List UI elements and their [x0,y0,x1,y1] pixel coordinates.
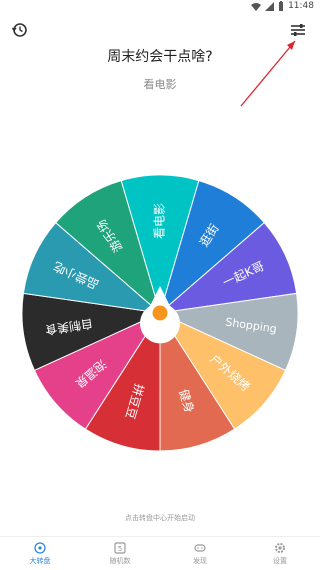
center-dot [152,305,168,321]
dice-icon: 5 [114,541,126,554]
nav-label-random: 随机数 [109,556,131,565]
nav-label-settings: 设置 [273,556,287,565]
battery-icon [278,1,284,14]
nav-random-number[interactable]: 5 随机数 [80,537,160,570]
status-time: 11:48 [288,1,314,11]
result-text: 看电影 [143,78,177,91]
nav-wheel[interactable]: 大转盘 [0,537,80,570]
history-button[interactable] [10,20,30,40]
svg-text:5: 5 [118,545,122,553]
bottom-navigation: 大转盘 5 随机数 发现 设置 [0,536,320,570]
spin-wheel[interactable]: 看电影 逛街一起K哥Shopping户外烧烤健身拼豆豆泡温泉自制美食品尝小吃游乐场 [0,160,320,480]
wheel-segment-label: 看电影 [153,203,167,239]
nav-label-wheel: 大转盘 [29,556,51,565]
gamepad-icon [194,543,206,552]
status-icons [251,1,284,14]
history-icon [11,23,27,37]
question-title: 周末约会干点啥? [107,49,213,65]
signal-icon [265,1,274,14]
status-bar: 11:48 [0,0,320,14]
gear-icon [275,542,285,553]
wheel-icon [34,541,46,554]
nav-discover[interactable]: 发现 [160,537,240,570]
wifi-icon [251,2,261,14]
nav-settings[interactable]: 设置 [240,537,320,570]
nav-label-discover: 发现 [193,556,207,565]
spin-hint: 点击转盘中心开始启动 [125,514,195,522]
